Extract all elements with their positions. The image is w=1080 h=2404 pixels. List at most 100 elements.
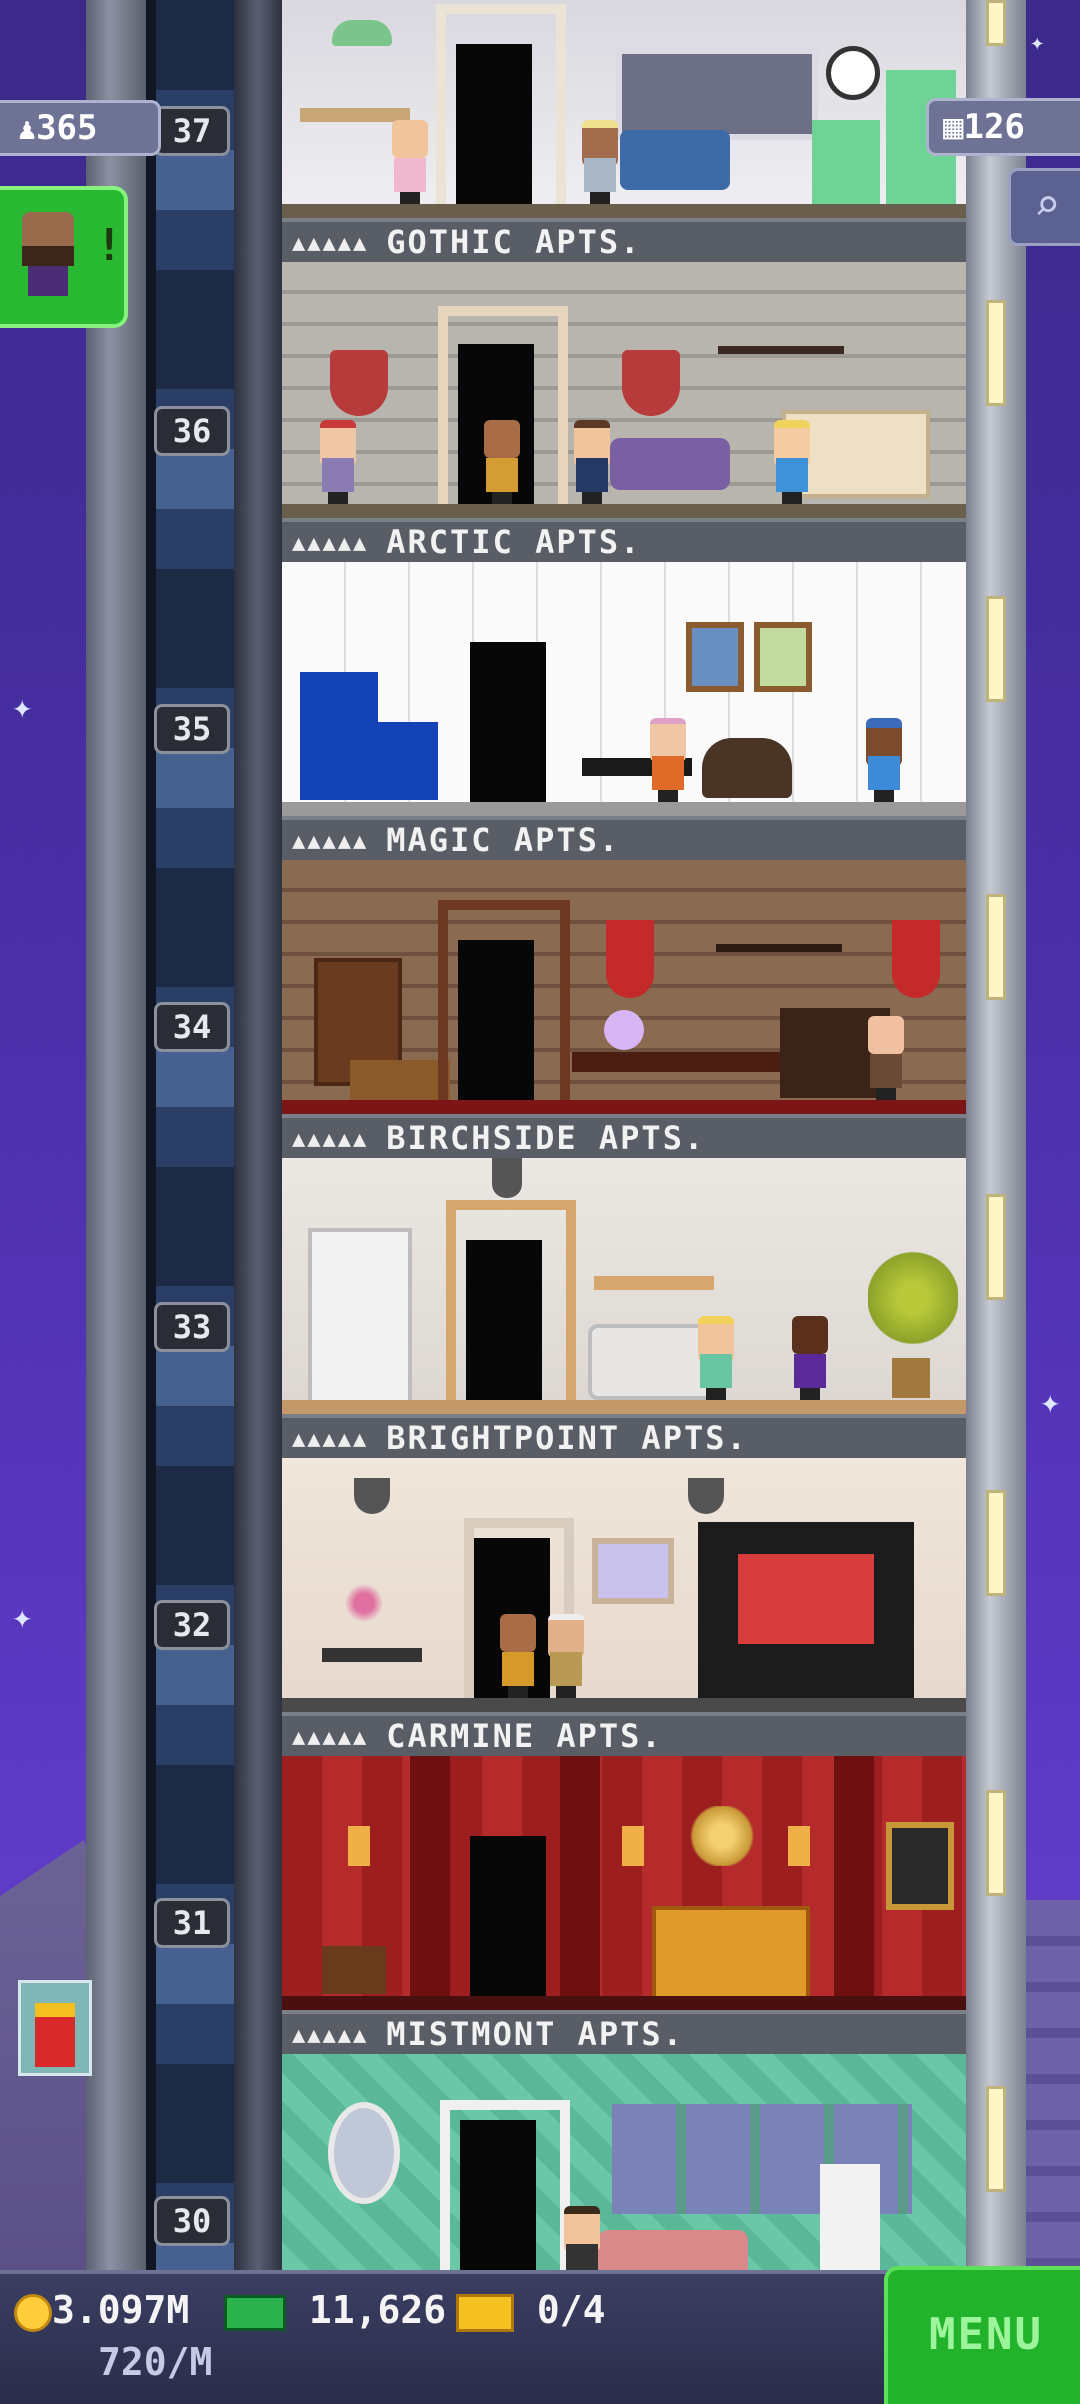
bux-counter[interactable]: 11,626 (224, 2288, 446, 2332)
floor-30-room[interactable] (282, 2054, 966, 2270)
apartment-door[interactable] (456, 44, 532, 204)
star-sparkle: ✦ (12, 687, 33, 727)
resident-avatar[interactable] (864, 718, 904, 802)
resident-avatar[interactable] (866, 1016, 906, 1100)
apartment-door[interactable] (458, 940, 534, 1100)
picture-frame-icon (886, 1822, 954, 1910)
resident-avatar[interactable] (546, 1614, 586, 1698)
menu-button[interactable]: MENU (884, 2266, 1080, 2404)
resident-avatar[interactable] (772, 420, 812, 504)
floor-sign[interactable]: ▲▲▲▲▲ BIRCHSIDE APTS. (282, 1114, 966, 1158)
shield-icon (330, 350, 388, 416)
stove (812, 120, 880, 204)
floor-36-room[interactable] (282, 262, 966, 518)
tower-window (986, 894, 1006, 1000)
rating-stars: ▲▲▲▲▲ (292, 1127, 369, 1152)
floor-35-room[interactable] (282, 562, 966, 816)
resident-avatar[interactable] (572, 420, 612, 504)
floor-base (282, 504, 966, 518)
shelf (594, 1276, 714, 1290)
column (560, 1756, 600, 1996)
ceiling-lamp-icon (332, 20, 392, 46)
picture-frame-icon (592, 1538, 674, 1604)
floor-sign[interactable]: ▲▲▲▲▲ GOTHIC APTS. (282, 218, 966, 262)
floor-base (282, 1698, 966, 1712)
floor-31-room[interactable] (282, 1756, 966, 2010)
floor-name: CARMINE APTS. (386, 1717, 663, 1755)
floor-base (282, 1996, 966, 2010)
apartment-door[interactable] (470, 1836, 546, 1996)
floor-number: 34 (154, 1002, 230, 1052)
bookshelf (308, 1228, 412, 1404)
column (410, 1756, 450, 1996)
mirror (328, 2102, 400, 2204)
bux-icon (224, 2294, 286, 2331)
person-icon: ♟ (18, 112, 37, 147)
fries-item-icon[interactable] (18, 1980, 92, 2076)
search-button[interactable]: ⌕ (1008, 168, 1080, 246)
vip-visitor-button[interactable]: ! (0, 186, 128, 328)
wall-lamp-icon (348, 1826, 370, 1866)
floor-base (282, 1100, 966, 1114)
picture-frame-icon (754, 622, 812, 692)
rating-stars: ▲▲▲▲▲ (292, 829, 369, 854)
floor-37-room[interactable] (282, 0, 966, 218)
floor-name: ARCTIC APTS. (386, 523, 642, 561)
plant-icon (868, 1238, 958, 1358)
floor-33-room[interactable] (282, 1158, 966, 1414)
floor-32-room[interactable] (282, 1458, 966, 1712)
tower-window (986, 1194, 1006, 1300)
resident-avatar[interactable] (580, 120, 620, 204)
rating-stars: ▲▲▲▲▲ (292, 2023, 369, 2048)
floor-base (282, 802, 966, 816)
floor-34-room[interactable] (282, 860, 966, 1114)
ceiling-lamp-icon (688, 1478, 724, 1514)
floor-sign[interactable]: ▲▲▲▲▲ MISTMONT APTS. (282, 2010, 966, 2054)
ticket-icon (456, 2293, 514, 2332)
resident-avatar[interactable] (318, 420, 358, 504)
wall-lamp-icon (622, 1826, 644, 1866)
tower-window (986, 1490, 1006, 1596)
floor-sign[interactable]: ▲▲▲▲▲ BRIGHTPOINT APTS. (282, 1414, 966, 1458)
vip-beard (22, 246, 74, 266)
floor-number: 33 (154, 1302, 230, 1352)
resident-avatar[interactable] (390, 120, 430, 204)
bed (652, 1906, 810, 2004)
apartment-door[interactable] (466, 1240, 542, 1400)
apartment-door[interactable] (470, 642, 546, 802)
shaft-edge (234, 0, 282, 2270)
chest (350, 1060, 450, 1100)
floor-name: MAGIC APTS. (386, 821, 621, 859)
resident-avatar[interactable] (482, 420, 522, 504)
tv-screen (738, 1554, 874, 1644)
floor-count-value: 126 (963, 107, 1025, 147)
ticket-counter[interactable]: 0/4 (456, 2288, 606, 2332)
floor-name: GOTHIC APTS. (386, 223, 642, 261)
apartment-door[interactable] (460, 2120, 536, 2270)
floor-number: 30 (154, 2196, 230, 2246)
column (834, 1756, 874, 1996)
star-sparkle: ✦ (1040, 1382, 1061, 1422)
chandelier-icon (718, 312, 844, 354)
floor-name: BIRCHSIDE APTS. (386, 1119, 706, 1157)
rating-stars: ▲▲▲▲▲ (292, 531, 369, 556)
picture-frame-icon (686, 622, 744, 692)
resident-avatar[interactable] (562, 2206, 602, 2270)
floor-count-counter[interactable]: ▦126 (926, 98, 1080, 156)
chandelier-icon (716, 910, 842, 952)
coin-value: 3.097M (52, 2288, 190, 2332)
ceiling-lamp-icon (354, 1478, 390, 1514)
chandelier-icon (672, 1806, 772, 1866)
floor-sign[interactable]: ▲▲▲▲▲ ARCTIC APTS. (282, 518, 966, 562)
floor-sign[interactable]: ▲▲▲▲▲ CARMINE APTS. (282, 1712, 966, 1756)
resident-avatar[interactable] (648, 718, 688, 802)
resident-avatar[interactable] (498, 1614, 538, 1698)
population-value: 365 (36, 108, 98, 148)
resident-avatar[interactable] (790, 1316, 830, 1400)
fridge (300, 672, 378, 800)
population-counter[interactable]: ♟365 (0, 100, 161, 156)
resident-avatar[interactable] (696, 1316, 736, 1400)
floor-name: MISTMONT APTS. (386, 2015, 684, 2053)
coin-counter[interactable]: 3.097M (14, 2288, 189, 2332)
floor-sign[interactable]: ▲▲▲▲▲ MAGIC APTS. (282, 816, 966, 860)
